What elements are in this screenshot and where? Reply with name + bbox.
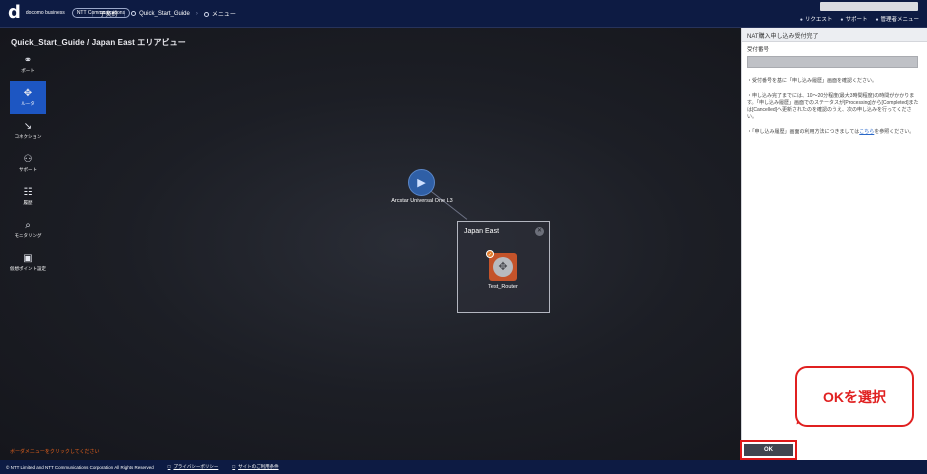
ok-button[interactable]: OK [744, 444, 793, 456]
usage-link[interactable]: こちら [859, 129, 874, 135]
port-icon: ⚭ [23, 55, 33, 66]
nav-virtual-point-label: 仮想ポイント設定 [10, 266, 46, 271]
router-node-label: Test_Router [488, 284, 518, 290]
breadcrumb-contract[interactable]: 子契約 [100, 9, 118, 18]
nav-support-label: サポート [19, 167, 37, 172]
logo-mark: d [8, 2, 21, 23]
panel-body: 受付番号 ・受付番号を基に「申し込み履歴」画面を確認ください。 ・申し込み完了ま… [742, 42, 927, 149]
nav-virtual-point[interactable]: ▣ 仮想ポイント設定 [10, 246, 46, 279]
chevron-right-icon: › [195, 10, 198, 17]
page-title: Quick_Start_Guide / Japan East エリアビュー [11, 38, 186, 47]
nav-connection[interactable]: ↘ コネクション [10, 114, 46, 147]
callout: OKを選択 [795, 366, 914, 427]
left-nav: ⚭ ポート ✥ ルータ ↘ コネクション ⚇ サポート ☷ 履歴 ⌕ モニタリン… [10, 48, 46, 279]
close-icon[interactable]: ✕ [535, 227, 544, 236]
notes: ・受付番号を基に「申し込み履歴」画面を確認ください。 ・申し込み完了までには、1… [747, 78, 921, 136]
ok-highlight: OK [740, 440, 797, 460]
breadcrumb-menu[interactable]: メニュー [203, 9, 236, 18]
connection-icon: ↘ [23, 121, 33, 132]
breadcrumb: | 子契約 | Quick_Start_Guide › メニュー [92, 9, 236, 18]
request-link[interactable]: リクエスト [800, 15, 833, 23]
nav-history-label: 履歴 [23, 200, 33, 205]
note-2: ・申し込み完了までには、10〜20分程度(最大3時間程度)の時間がかかります。「… [747, 93, 919, 120]
breadcrumb-project[interactable]: Quick_Start_Guide [131, 10, 190, 17]
logo-text: docomo business [25, 10, 65, 16]
breadcrumb-menu-label: メニュー [211, 12, 236, 18]
note-3-post: を参照ください。 [874, 129, 915, 135]
play-icon: ▶ [417, 177, 426, 189]
hint-text: ボーダメニューをクリックしてください [10, 449, 100, 455]
router-node-icon: ✥ [493, 257, 513, 277]
privacy-policy-link[interactable]: プライバシーポリシー [168, 464, 218, 470]
nav-monitoring[interactable]: ⌕ モニタリング [10, 213, 46, 246]
panel-title: NAT購入申し込み受付完了 [742, 28, 927, 42]
router-icon: ✥ [23, 88, 33, 99]
breadcrumb-project-label: Quick_Start_Guide [139, 10, 190, 17]
arcstar-cloud-label: Arcstar Universal One L3 [391, 198, 453, 204]
check-badge-icon: ✓ [486, 250, 494, 258]
router-node[interactable]: ✥ [489, 253, 517, 281]
separator: | [92, 10, 94, 17]
receipt-number-label: 受付番号 [747, 47, 770, 53]
footer: © NTT Limited and NTT Communications Cor… [0, 460, 927, 474]
receipt-number-field [747, 56, 918, 68]
project-icon [131, 10, 137, 16]
separator: | [123, 10, 126, 17]
admin-menu-link[interactable]: 管理者メニュー [875, 15, 919, 23]
nav-router[interactable]: ✥ ルータ [10, 81, 46, 114]
virtual-point-icon: ▣ [23, 253, 33, 264]
nav-port-label: ポート [21, 68, 35, 73]
region-title: Japan East [464, 228, 500, 235]
nav-port[interactable]: ⚭ ポート [10, 48, 46, 81]
history-icon: ☷ [23, 187, 33, 198]
support-link[interactable]: サポート [840, 15, 867, 23]
arcstar-cloud-node[interactable]: ▶ [408, 169, 435, 196]
area-view-canvas[interactable]: Quick_Start_Guide / Japan East エリアビュー ⚭ … [0, 28, 741, 460]
nav-connection-label: コネクション [14, 134, 42, 139]
nav-support[interactable]: ⚇ サポート [10, 147, 46, 180]
note-3: ・「申し込み履歴」画面の利用方法につきましてはこちらを参照ください。 [747, 129, 921, 136]
top-search-input[interactable] [820, 2, 918, 11]
top-menu: リクエスト サポート 管理者メニュー [800, 15, 919, 23]
copyright: © NTT Limited and NTT Communications Cor… [6, 464, 154, 470]
site-usage-link[interactable]: サイトのご利用条件 [232, 464, 279, 470]
nav-history[interactable]: ☷ 履歴 [10, 180, 46, 213]
note-1: ・受付番号を基に「申し込み履歴」画面を確認ください。 [747, 78, 878, 84]
nav-monitoring-label: モニタリング [14, 233, 42, 238]
top-bar: d docomo business NTT Communications | 子… [0, 0, 927, 28]
monitoring-icon: ⌕ [25, 220, 31, 231]
menu-icon [203, 12, 209, 17]
nav-router-label: ルータ [21, 101, 35, 106]
support-icon: ⚇ [23, 154, 33, 165]
note-3-pre: ・「申し込み履歴」画面の利用方法につきましては [747, 129, 860, 135]
